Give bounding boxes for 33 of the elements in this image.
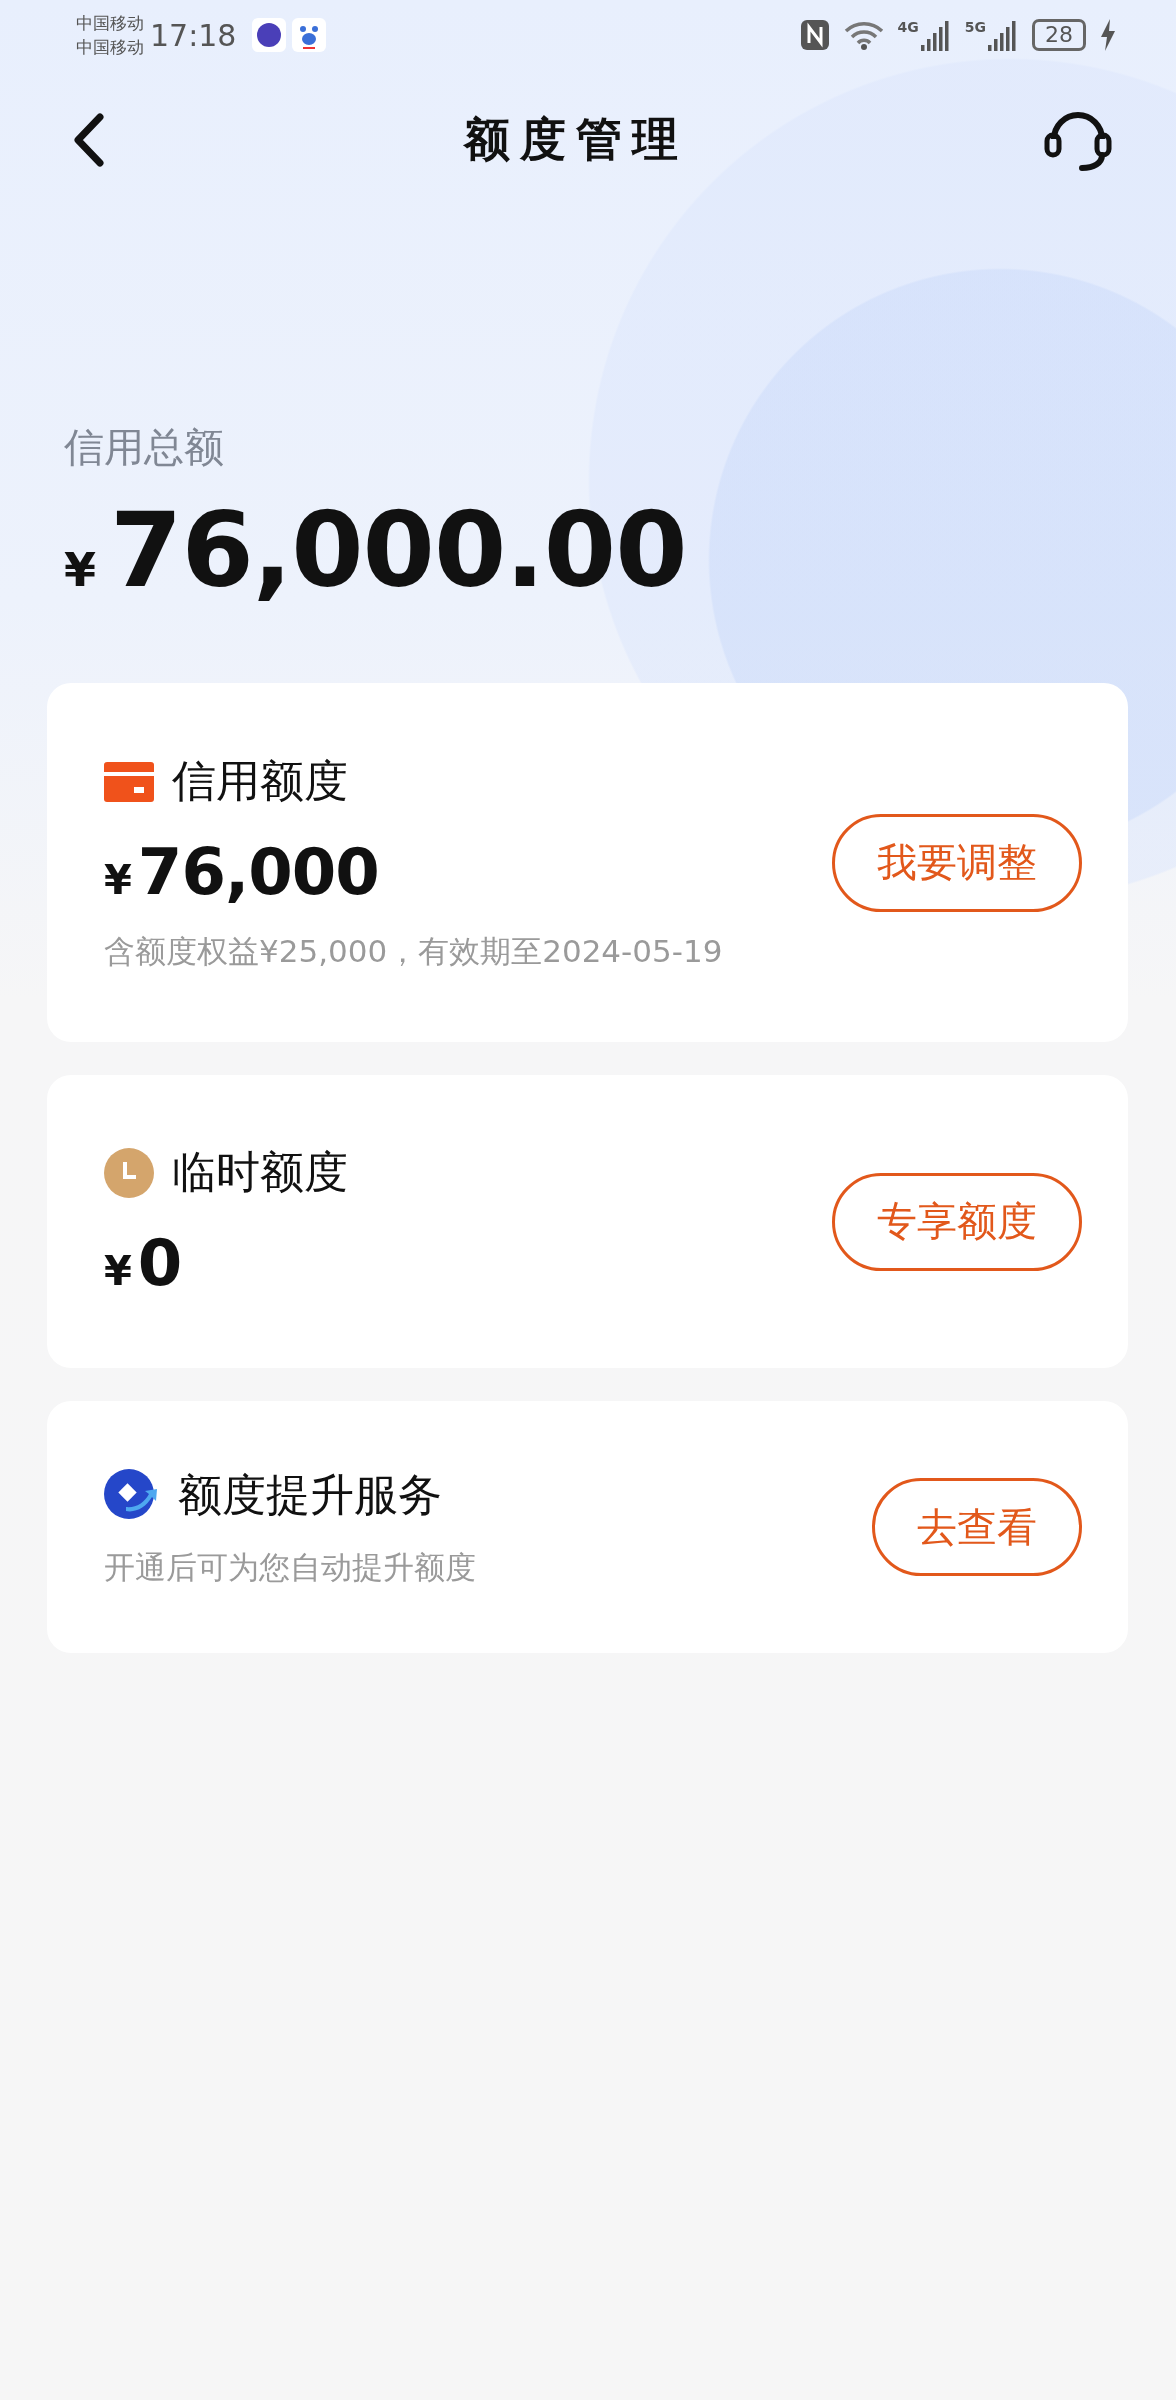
signal-icon: [988, 19, 1018, 51]
action-button[interactable]: 去查看: [872, 1478, 1082, 1576]
action-button[interactable]: 专享额度: [832, 1172, 1082, 1271]
card-amount: 0: [137, 1226, 182, 1300]
network-label: 4G: [897, 19, 919, 35]
signal-icon: [920, 19, 951, 51]
currency-sign: ¥: [104, 1248, 132, 1294]
total-amount: 76,000.00: [110, 489, 687, 611]
card-icon: [104, 761, 154, 802]
currency-sign: ¥: [104, 857, 132, 903]
total-label: 信用总额: [64, 423, 225, 472]
app-icon: [252, 18, 287, 52]
paw-icon: [292, 18, 327, 52]
clock-icon: [104, 1147, 154, 1198]
charging-icon: [1100, 19, 1116, 51]
action-button[interactable]: 我要调整: [832, 813, 1082, 912]
headset-icon[interactable]: [1044, 109, 1112, 171]
carrier-name: 中国移动: [76, 37, 144, 57]
nfc-icon: [799, 19, 830, 51]
wifi-icon: [843, 19, 884, 51]
card-note: 开通后可为您自动提升额度: [104, 1547, 476, 1587]
boost-icon: [104, 1469, 160, 1521]
carrier-name: 中国移动: [76, 13, 144, 33]
card-title: 临时额度: [172, 1145, 348, 1199]
network-label: 5G: [964, 19, 986, 35]
card-amount: 76,000: [137, 835, 379, 909]
card-title: 额度提升服务: [178, 1467, 442, 1522]
card-title: 信用额度: [172, 754, 348, 808]
status-time: 17:18: [150, 17, 237, 53]
page-title: 额度管理: [464, 111, 688, 168]
currency-sign: ¥: [64, 543, 96, 597]
card-note: 含额度权益¥25,000，有效期至2024-05-19: [104, 932, 723, 971]
battery-level: 28: [1032, 19, 1086, 51]
